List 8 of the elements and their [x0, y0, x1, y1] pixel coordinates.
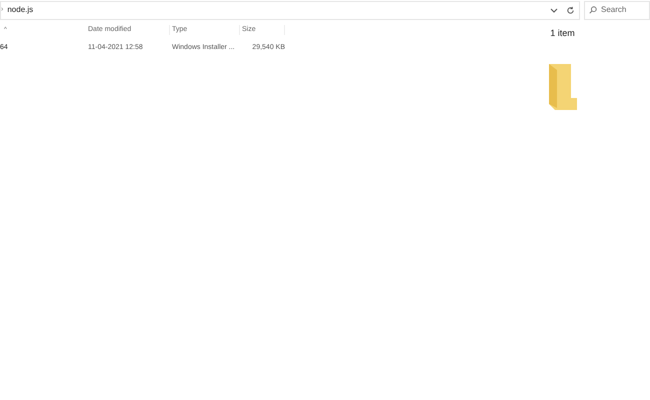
search-field[interactable]: Search	[584, 0, 650, 20]
search-placeholder: Search	[601, 4, 626, 16]
folder-icon	[546, 62, 578, 110]
item-count: 1 item	[550, 27, 575, 40]
search-icon	[589, 6, 597, 14]
chevron-down-icon[interactable]	[550, 6, 558, 14]
refresh-icon[interactable]	[566, 6, 575, 14]
path-text: node.js	[7, 4, 34, 16]
